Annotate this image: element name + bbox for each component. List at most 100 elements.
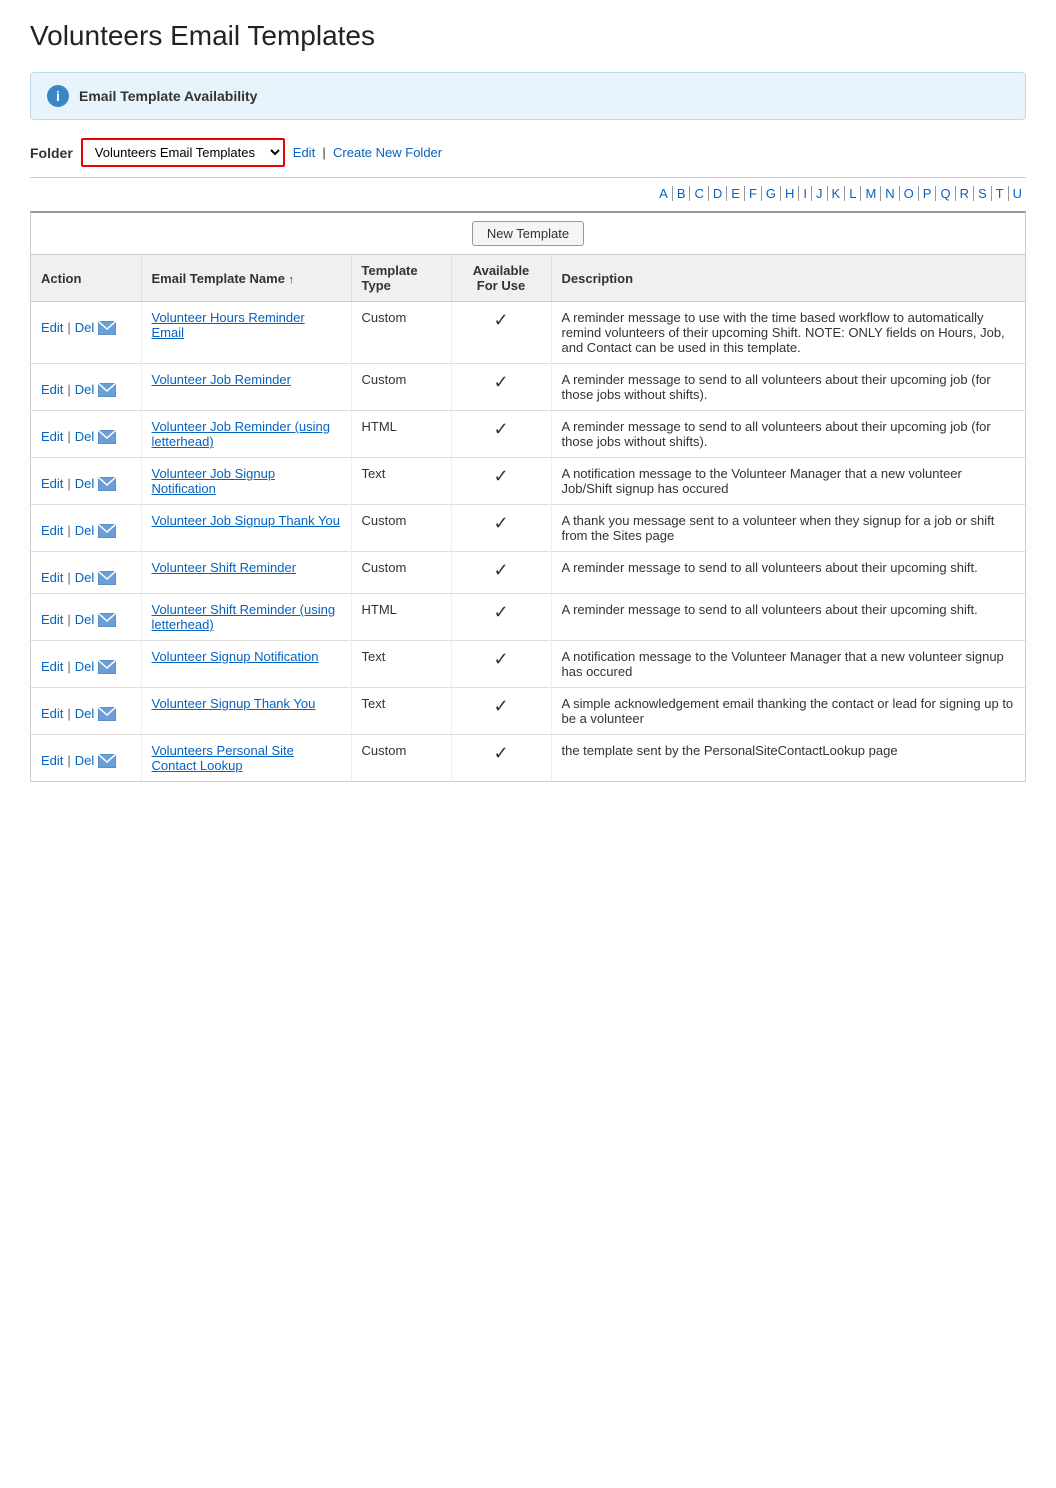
alpha-nav-E[interactable]: E [727, 186, 745, 201]
create-folder-link[interactable]: Create New Folder [333, 145, 442, 160]
edit-link-0[interactable]: Edit [41, 320, 63, 335]
available-cell-3: ✓ [451, 458, 551, 505]
template-name-link-0[interactable]: Volunteer Hours Reminder Email [152, 310, 305, 340]
available-cell-7: ✓ [451, 641, 551, 688]
type-cell-9: Custom [351, 735, 451, 782]
folder-row: Folder Volunteers Email Templates Edit |… [30, 138, 1026, 167]
available-cell-0: ✓ [451, 302, 551, 364]
del-link-0[interactable]: Del [75, 320, 95, 335]
edit-folder-link[interactable]: Edit [293, 145, 315, 160]
alpha-nav-O[interactable]: O [900, 186, 919, 201]
alpha-nav-R[interactable]: R [956, 186, 974, 201]
table-row: Edit | Del Volunteer Job Reminder Custom ✓… [31, 364, 1025, 411]
table-row: Edit | Del Volunteer Signup Notification… [31, 641, 1025, 688]
name-cell-1: Volunteer Job Reminder [141, 364, 351, 411]
template-name-link-9[interactable]: Volunteers Personal Site Contact Lookup [152, 743, 294, 773]
col-header-type: Template Type [351, 255, 451, 302]
col-header-name: Email Template Name ↑ [141, 255, 351, 302]
del-link-6[interactable]: Del [75, 612, 95, 627]
alpha-nav-P[interactable]: P [919, 186, 937, 201]
edit-link-3[interactable]: Edit [41, 476, 63, 491]
action-cell-4: Edit | Del [31, 505, 141, 552]
check-mark-1: ✓ [462, 372, 541, 393]
name-cell-3: Volunteer Job Signup Notification [141, 458, 351, 505]
new-template-button[interactable]: New Template [472, 221, 584, 246]
del-link-5[interactable]: Del [75, 570, 95, 585]
info-box: i Email Template Availability [30, 72, 1026, 120]
folder-select-wrapper: Volunteers Email Templates [81, 138, 285, 167]
del-link-1[interactable]: Del [75, 382, 95, 397]
edit-link-5[interactable]: Edit [41, 570, 63, 585]
edit-link-8[interactable]: Edit [41, 706, 63, 721]
edit-link-4[interactable]: Edit [41, 523, 63, 538]
type-cell-8: Text [351, 688, 451, 735]
del-link-9[interactable]: Del [75, 753, 95, 768]
template-name-link-3[interactable]: Volunteer Job Signup Notification [152, 466, 276, 496]
template-name-link-4[interactable]: Volunteer Job Signup Thank You [152, 513, 340, 528]
available-cell-9: ✓ [451, 735, 551, 782]
name-cell-6: Volunteer Shift Reminder (using letterhe… [141, 594, 351, 641]
template-name-link-8[interactable]: Volunteer Signup Thank You [152, 696, 316, 711]
del-link-8[interactable]: Del [75, 706, 95, 721]
alpha-nav-U[interactable]: U [1009, 186, 1026, 201]
alpha-nav-B[interactable]: B [673, 186, 691, 201]
del-link-2[interactable]: Del [75, 429, 95, 444]
name-cell-8: Volunteer Signup Thank You [141, 688, 351, 735]
template-name-link-6[interactable]: Volunteer Shift Reminder (using letterhe… [152, 602, 336, 632]
col-header-description: Description [551, 255, 1025, 302]
table-header-row: Action Email Template Name ↑ Template Ty… [31, 255, 1025, 302]
edit-link-1[interactable]: Edit [41, 382, 63, 397]
name-cell-7: Volunteer Signup Notification [141, 641, 351, 688]
new-template-row: New Template [31, 213, 1025, 255]
alpha-nav-S[interactable]: S [974, 186, 992, 201]
edit-link-9[interactable]: Edit [41, 753, 63, 768]
del-link-3[interactable]: Del [75, 476, 95, 491]
alpha-nav-F[interactable]: F [745, 186, 762, 201]
template-name-link-2[interactable]: Volunteer Job Reminder (using letterhead… [152, 419, 331, 449]
alpha-nav-H[interactable]: H [781, 186, 799, 201]
del-link-7[interactable]: Del [75, 659, 95, 674]
table-container: New Template Action Email Template Name … [30, 211, 1026, 782]
alpha-nav-G[interactable]: G [762, 186, 781, 201]
available-cell-8: ✓ [451, 688, 551, 735]
check-mark-6: ✓ [462, 602, 541, 623]
type-cell-1: Custom [351, 364, 451, 411]
name-cell-0: Volunteer Hours Reminder Email [141, 302, 351, 364]
alpha-nav-D[interactable]: D [709, 186, 727, 201]
alpha-nav-A[interactable]: A [655, 186, 673, 201]
name-cell-9: Volunteers Personal Site Contact Lookup [141, 735, 351, 782]
type-cell-7: Text [351, 641, 451, 688]
table-row: Edit | Del Volunteer Job Reminder (using… [31, 411, 1025, 458]
action-cell-9: Edit | Del [31, 735, 141, 782]
template-name-link-1[interactable]: Volunteer Job Reminder [152, 372, 291, 387]
available-cell-6: ✓ [451, 594, 551, 641]
alpha-nav-C[interactable]: C [690, 186, 708, 201]
template-name-link-5[interactable]: Volunteer Shift Reminder [152, 560, 297, 575]
alpha-nav-J[interactable]: J [812, 186, 828, 201]
edit-link-2[interactable]: Edit [41, 429, 63, 444]
edit-link-6[interactable]: Edit [41, 612, 63, 627]
table-row: Edit | Del Volunteers Personal Site Cont… [31, 735, 1025, 782]
alpha-nav-N[interactable]: N [881, 186, 899, 201]
alpha-nav-L[interactable]: L [845, 186, 861, 201]
alpha-nav-I[interactable]: I [799, 186, 812, 201]
name-cell-2: Volunteer Job Reminder (using letterhead… [141, 411, 351, 458]
type-cell-0: Custom [351, 302, 451, 364]
description-cell-8: A simple acknowledgement email thanking … [551, 688, 1025, 735]
alpha-nav-T[interactable]: T [992, 186, 1009, 201]
alpha-nav-K[interactable]: K [828, 186, 846, 201]
name-cell-4: Volunteer Job Signup Thank You [141, 505, 351, 552]
alpha-nav-M[interactable]: M [861, 186, 881, 201]
template-name-link-7[interactable]: Volunteer Signup Notification [152, 649, 319, 664]
description-cell-0: A reminder message to use with the time … [551, 302, 1025, 364]
table-row: Edit | Del Volunteer Shift Reminder (usi… [31, 594, 1025, 641]
folder-select[interactable]: Volunteers Email Templates [83, 140, 283, 165]
alpha-nav-Q[interactable]: Q [936, 186, 955, 201]
col-header-action: Action [31, 255, 141, 302]
description-cell-7: A notification message to the Volunteer … [551, 641, 1025, 688]
action-cell-0: Edit | Del [31, 302, 141, 364]
del-link-4[interactable]: Del [75, 523, 95, 538]
edit-link-7[interactable]: Edit [41, 659, 63, 674]
action-cell-3: Edit | Del [31, 458, 141, 505]
action-cell-1: Edit | Del [31, 364, 141, 411]
